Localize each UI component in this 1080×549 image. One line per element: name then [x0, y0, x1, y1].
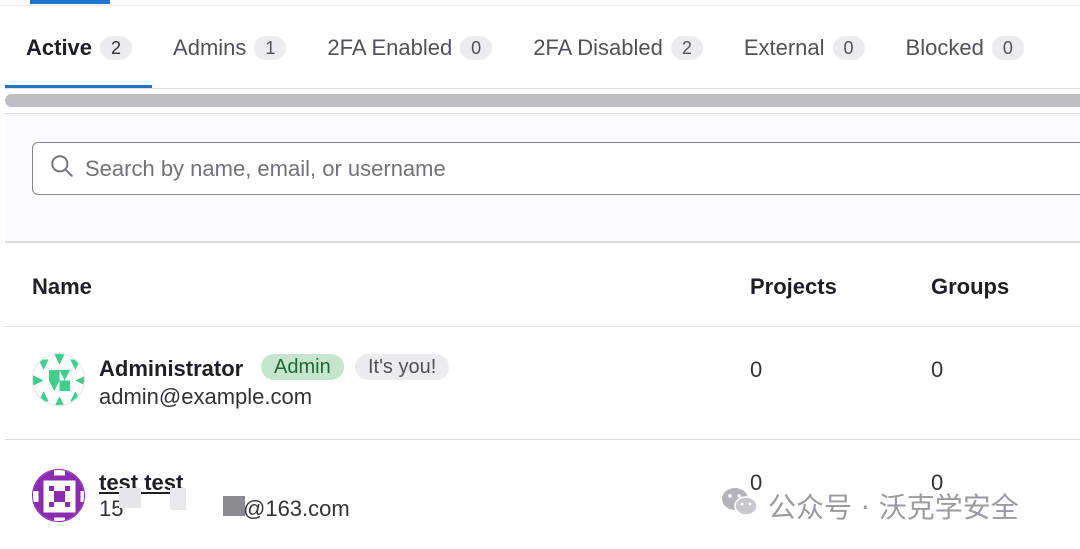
user-name-link[interactable]: Administrator	[99, 356, 243, 382]
tab-label: 2FA Disabled	[533, 35, 663, 60]
tab-admins[interactable]: Admins 1	[152, 8, 306, 88]
admin-badge: Admin	[261, 354, 344, 380]
top-accent-bar	[30, 0, 110, 4]
search-input[interactable]	[85, 155, 985, 182]
tab-count-badge: 0	[460, 36, 493, 60]
tab-active[interactable]: Active 2	[5, 8, 153, 88]
redaction-block	[170, 488, 186, 510]
tab-label: 2FA Enabled	[327, 35, 453, 60]
avatar[interactable]	[32, 353, 85, 406]
column-header-name[interactable]: Name	[32, 274, 92, 300]
tab-label: Active	[26, 35, 93, 60]
redaction-block	[119, 488, 141, 508]
column-header-groups[interactable]: Groups	[931, 274, 1009, 300]
tab-external[interactable]: External 0	[723, 8, 885, 88]
search-box[interactable]	[32, 142, 1080, 195]
tab-count-badge: 0	[991, 36, 1024, 60]
tab-count-badge: 0	[832, 36, 865, 60]
tab-2fa-enabled[interactable]: 2FA Enabled 0	[306, 8, 512, 88]
user-filter-tabs: Active 2 Admins 1 2FA Enabled 0 2FA Disa…	[5, 8, 1080, 88]
user-email-suffix[interactable]: @163.com	[243, 496, 350, 522]
tab-count-badge: 2	[100, 36, 133, 60]
filter-bar	[5, 113, 1080, 243]
groups-count: 0	[931, 357, 944, 382]
wechat-icon	[720, 485, 768, 526]
user-email[interactable]: admin@example.com	[99, 384, 312, 410]
users-table-header: Name Projects Groups	[5, 245, 1080, 327]
projects-count: 0	[750, 357, 763, 382]
watermark-text: 公众号 · 沃克学安全	[768, 490, 1019, 524]
tab-blocked[interactable]: Blocked 0	[885, 8, 1044, 88]
tab-label: Admins	[173, 35, 247, 60]
table-row: Administrator Admin It's you! admin@exam…	[5, 327, 1080, 440]
its-you-badge: It's you!	[355, 354, 450, 380]
watermark: 公众号 · 沃克学安全	[720, 485, 1019, 526]
tab-count-badge: 2	[670, 36, 703, 60]
tab-label: Blocked	[905, 35, 984, 60]
tabs-divider	[5, 88, 1080, 89]
redaction-block	[223, 496, 245, 516]
tab-count-badge: 1	[254, 36, 287, 60]
search-icon	[49, 153, 75, 184]
horizontal-scrollbar[interactable]	[5, 94, 1080, 107]
column-header-projects[interactable]: Projects	[750, 274, 837, 300]
top-divider	[0, 5, 1080, 6]
tab-label: External	[743, 35, 825, 60]
tab-2fa-disabled[interactable]: 2FA Disabled 2	[512, 8, 723, 88]
avatar[interactable]	[32, 469, 85, 522]
